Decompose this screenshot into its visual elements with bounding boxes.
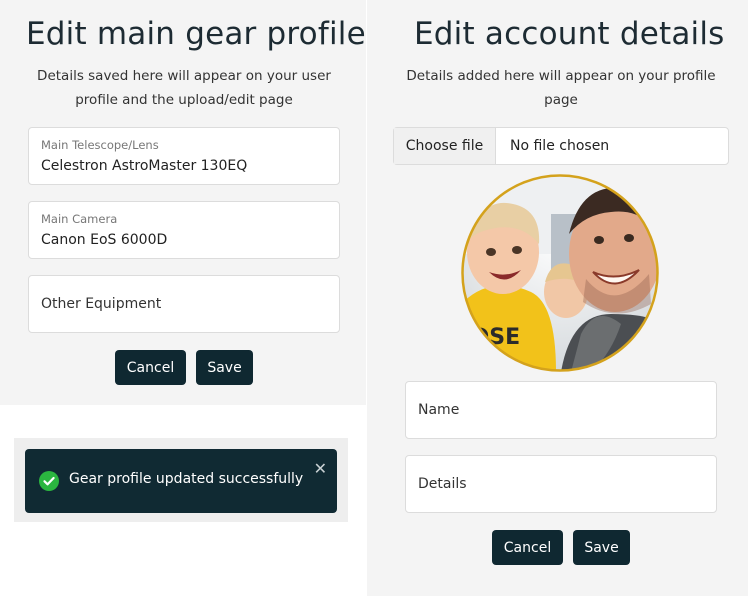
name-field[interactable]: Name <box>405 381 717 439</box>
toast-message: Gear profile updated successfully <box>69 471 304 487</box>
camera-field[interactable]: Main Camera Canon EoS 6000D <box>28 201 340 259</box>
other-equipment-placeholder: Other Equipment <box>41 296 162 312</box>
details-placeholder: Details <box>418 476 467 492</box>
name-placeholder: Name <box>418 402 460 418</box>
details-field[interactable]: Details <box>405 455 717 513</box>
close-icon[interactable]: ✕ <box>314 461 327 477</box>
success-toast: Gear profile updated successfully ✕ <box>25 449 337 513</box>
camera-field-value: Canon EoS 6000D <box>41 232 168 248</box>
account-details-subtitle: Details added here will appear on your p… <box>406 68 716 108</box>
account-cancel-button[interactable]: Cancel <box>492 530 563 565</box>
check-circle-icon <box>39 471 59 491</box>
account-details-title: Edit account details <box>414 16 725 52</box>
file-input[interactable]: Choose file No file chosen <box>393 127 729 165</box>
file-status: No file chosen <box>510 138 610 154</box>
account-save-button[interactable]: Save <box>573 530 630 565</box>
telescope-field[interactable]: Main Telescope/Lens Celestron AstroMaste… <box>28 127 340 185</box>
gear-profile-title: Edit main gear profile <box>26 16 366 52</box>
other-equipment-field[interactable]: Other Equipment <box>28 275 340 333</box>
choose-file-button[interactable]: Choose file <box>394 128 496 164</box>
telescope-field-value: Celestron AstroMaster 130EQ <box>41 158 248 174</box>
camera-field-label: Main Camera <box>41 212 118 226</box>
avatar: DSE <box>461 174 659 372</box>
gear-profile-subtitle: Details saved here will appear on your u… <box>37 68 331 108</box>
gear-save-button[interactable]: Save <box>196 350 253 385</box>
gear-cancel-button[interactable]: Cancel <box>115 350 186 385</box>
telescope-field-label: Main Telescope/Lens <box>41 138 159 152</box>
